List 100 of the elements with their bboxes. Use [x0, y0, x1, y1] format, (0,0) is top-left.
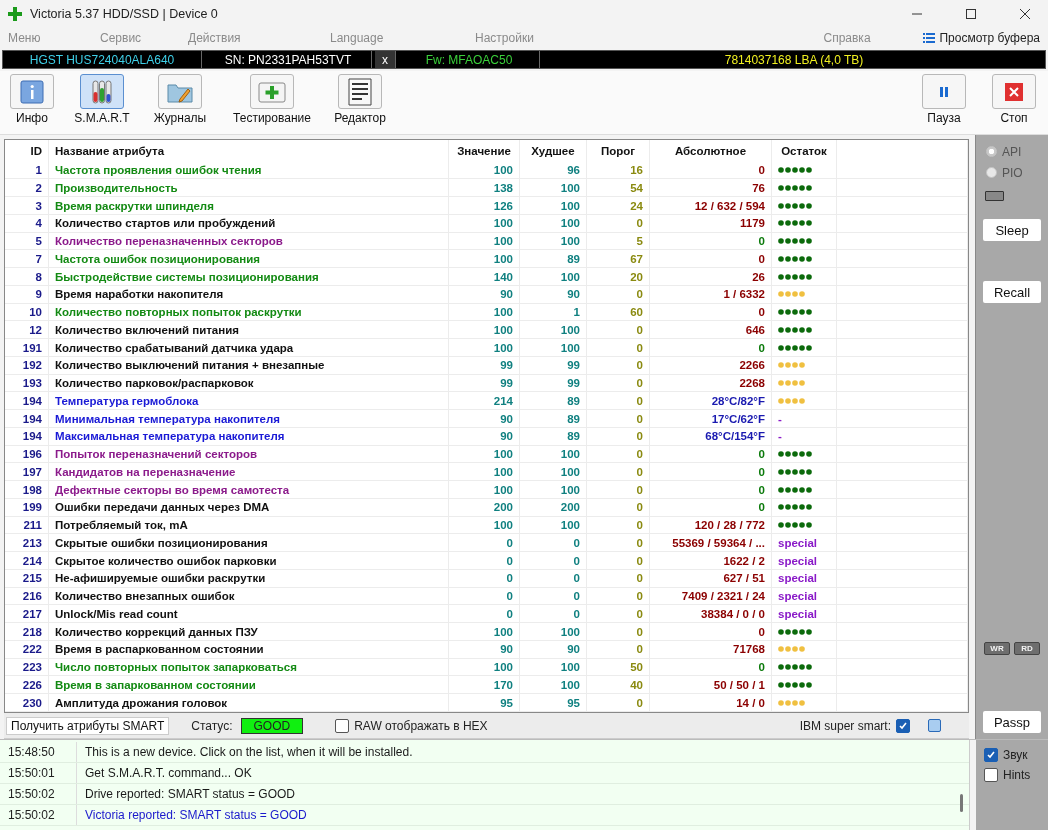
- attribute-name: Время в запаркованном состоянии: [49, 676, 449, 694]
- log-message: Get S.M.A.R.T. command... OK: [84, 766, 252, 780]
- value-cell: 100: [449, 214, 520, 232]
- raw-hex-checkbox[interactable]: RAW отображать в HEX: [335, 718, 488, 733]
- value-cell: 0: [449, 552, 520, 569]
- value-cell: 0: [449, 534, 520, 552]
- get-smart-button[interactable]: Получить атрибуты SMART: [6, 716, 170, 735]
- threshold-cell: 0: [587, 516, 650, 534]
- column-header[interactable]: Абсолютное: [650, 140, 772, 162]
- attribute-id: 196: [5, 445, 49, 463]
- drive-capacity: 7814037168 LBA (4,0 TB): [723, 51, 865, 68]
- log-time: 15:48:50: [0, 742, 77, 762]
- attribute-id: 194: [5, 427, 49, 445]
- column-header[interactable]: ID: [5, 140, 49, 162]
- attribute-id: 214: [5, 552, 49, 569]
- attribute-id: 193: [5, 374, 49, 392]
- raw-value-cell: 1 / 6332: [650, 285, 772, 303]
- raw-value-cell: 68°C/154°F: [650, 427, 772, 445]
- value-cell: 100: [449, 232, 520, 250]
- value-cell: 0: [449, 587, 520, 605]
- threshold-cell: 0: [587, 214, 650, 232]
- threshold-cell: 0: [587, 410, 650, 427]
- attribute-id: 3: [5, 197, 49, 214]
- attribute-id: 216: [5, 587, 49, 605]
- threshold-cell: 0: [587, 463, 650, 481]
- raw-value-cell: 0: [650, 463, 772, 481]
- toolbar-tab[interactable]: S.M.A.R.T: [60, 74, 144, 125]
- value-cell: 170: [449, 676, 520, 694]
- raw-value-cell: 7409 / 2321 / 24: [650, 587, 772, 605]
- worst-cell: 100: [520, 232, 587, 250]
- value-cell: 0: [449, 605, 520, 623]
- attribute-name: Количество включений питания: [49, 321, 449, 339]
- option-checkbox[interactable]: Звук: [984, 748, 1048, 762]
- column-header[interactable]: Порог: [587, 140, 650, 162]
- column-header[interactable]: Худшее: [520, 140, 587, 162]
- attribute-id: 218: [5, 623, 49, 640]
- attribute-id: 2: [5, 179, 49, 197]
- value-cell: 0: [449, 569, 520, 587]
- ibm-super-smart-checkbox[interactable]: IBM super smart:: [799, 718, 910, 733]
- value-cell: 90: [449, 427, 520, 445]
- value-cell: 100: [449, 516, 520, 534]
- buffer-view-button[interactable]: Просмотр буфера: [923, 31, 1040, 45]
- threshold-cell: 0: [587, 605, 650, 623]
- attribute-name: Unlock/Mis read count: [49, 605, 449, 623]
- attribute-name: Время в распаркованном состоянии: [49, 640, 449, 658]
- log-time: 15:50:01: [0, 763, 77, 783]
- remaining-cell: -: [772, 427, 837, 445]
- threshold-cell: 0: [587, 374, 650, 392]
- close-drive-button[interactable]: x: [375, 51, 396, 68]
- attribute-id: 192: [5, 356, 49, 374]
- column-header[interactable]: Название атрибута: [49, 140, 449, 162]
- raw-value-cell: 17°C/62°F: [650, 410, 772, 427]
- attribute-name: Количество парковок/распарковок: [49, 374, 449, 392]
- attribute-name: Частота ошибок позиционирования: [49, 250, 449, 268]
- remaining-cell: special: [772, 605, 837, 623]
- worst-cell: 90: [520, 285, 587, 303]
- value-cell: 90: [449, 410, 520, 427]
- worst-cell: 100: [520, 463, 587, 481]
- value-cell: 138: [449, 179, 520, 197]
- column-header[interactable]: Остаток: [772, 140, 837, 162]
- attribute-name: Количество повторных попыток раскрутки: [49, 303, 449, 321]
- value-cell: 95: [449, 694, 520, 711]
- remaining-cell: special: [772, 587, 837, 605]
- raw-value-cell: 2266: [650, 356, 772, 374]
- sleep-button[interactable]: Sleep: [983, 219, 1041, 241]
- value-cell: 126: [449, 197, 520, 214]
- worst-cell: 89: [520, 250, 587, 268]
- toolbar-tab[interactable]: Тестирование: [216, 74, 328, 125]
- threshold-cell: 67: [587, 250, 650, 268]
- column-header[interactable]: Значение: [449, 140, 520, 162]
- attribute-name: Не-афишируемые ошибки раскрутки: [49, 569, 449, 587]
- raw-value-cell: 55369 / 59364 / ...: [650, 534, 772, 552]
- raw-value-cell: 0: [650, 303, 772, 321]
- attribute-name: Скрытое количество ошибок парковки: [49, 552, 449, 569]
- toolbar-tab[interactable]: Журналы: [144, 74, 216, 125]
- attribute-id: 211: [5, 516, 49, 534]
- worst-cell: 100: [520, 481, 587, 498]
- value-cell: 100: [449, 339, 520, 356]
- threshold-cell: 50: [587, 658, 650, 676]
- attribute-name: Температура гермоблока: [49, 392, 449, 410]
- pause-button[interactable]: Пауза: [904, 74, 984, 125]
- passp-button[interactable]: Passp: [983, 711, 1041, 733]
- attribute-name: Количество срабатываний датчика удара: [49, 339, 449, 356]
- threshold-cell: 0: [587, 321, 650, 339]
- threshold-cell: 20: [587, 268, 650, 285]
- worst-cell: 95: [520, 694, 587, 711]
- worst-cell: 0: [520, 569, 587, 587]
- attribute-id: 217: [5, 605, 49, 623]
- raw-value-cell: 646: [650, 321, 772, 339]
- raw-value-cell: 120 / 28 / 772: [650, 516, 772, 534]
- worst-cell: 100: [520, 676, 587, 694]
- value-cell: 100: [449, 161, 520, 179]
- attribute-id: 199: [5, 498, 49, 516]
- threshold-cell: 0: [587, 587, 650, 605]
- log-message: Victoria reported: SMART status = GOOD: [84, 808, 307, 822]
- toolbar-tab[interactable]: Редактор: [328, 74, 392, 125]
- worst-cell: 0: [520, 534, 587, 552]
- option-checkbox[interactable]: Hints: [984, 768, 1048, 782]
- recall-button[interactable]: Recall: [983, 281, 1041, 303]
- raw-value-cell: 627 / 51: [650, 569, 772, 587]
